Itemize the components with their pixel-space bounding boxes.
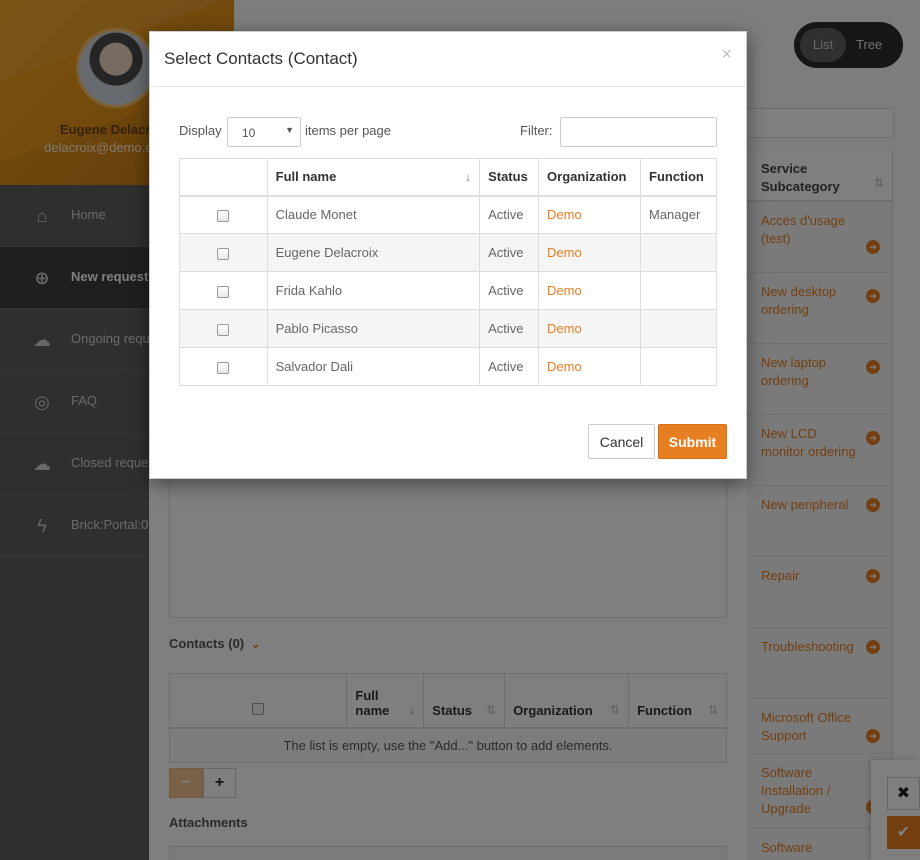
cell-full-name: Claude Monet [266, 195, 481, 234]
cell-full-name: Pablo Picasso [266, 309, 481, 348]
cancel-button[interactable]: Cancel [588, 424, 655, 459]
cell-status: Active [479, 233, 540, 272]
cell-status: Active [479, 309, 540, 348]
organization-link[interactable]: Demo [547, 283, 582, 298]
organization-link[interactable]: Demo [547, 207, 582, 222]
cell-function [640, 271, 717, 310]
contacts-select-table: Full name ↓ Status Organization Function … [179, 158, 717, 386]
table-row[interactable]: Pablo Picasso Active Demo [179, 309, 717, 348]
column-header-full-name[interactable]: Full name↓ [266, 158, 481, 197]
table-row[interactable]: Claude Monet Active Demo Manager [179, 195, 717, 234]
table-row[interactable]: Salvador Dali Active Demo [179, 347, 717, 386]
cell-function [640, 347, 717, 386]
items-per-page-label: items per page [305, 123, 391, 138]
organization-link[interactable]: Demo [547, 245, 582, 260]
cell-function: Manager [640, 195, 717, 234]
column-header-status[interactable]: Status [479, 158, 540, 197]
cell-function [640, 309, 717, 348]
items-per-page-select[interactable]: 10 ▼ [227, 117, 301, 147]
cell-status: Active [479, 195, 540, 234]
table-row[interactable]: Frida Kahlo Active Demo [179, 271, 717, 310]
row-checkbox[interactable] [217, 361, 230, 374]
close-icon[interactable]: × [721, 44, 732, 65]
row-checkbox[interactable] [217, 247, 230, 260]
column-header-function[interactable]: Function [640, 158, 717, 197]
sort-asc-icon: ↓ [465, 170, 472, 184]
filter-input[interactable] [560, 117, 717, 147]
cell-full-name: Frida Kahlo [266, 271, 481, 310]
modal-header: Select Contacts (Contact) × [150, 32, 746, 87]
organization-link[interactable]: Demo [547, 321, 582, 336]
caret-down-icon: ▼ [285, 125, 294, 135]
submit-button[interactable]: Submit [658, 424, 727, 459]
row-checkbox[interactable] [217, 323, 230, 336]
select-contacts-modal: Select Contacts (Contact) × Display 10 ▼… [149, 31, 747, 479]
filter-label: Filter: [520, 123, 553, 138]
cell-full-name: Salvador Dali [266, 347, 481, 386]
cell-full-name: Eugene Delacroix [266, 233, 481, 272]
cell-status: Active [479, 271, 540, 310]
organization-link[interactable]: Demo [547, 359, 582, 374]
modal-title: Select Contacts (Contact) [164, 49, 358, 68]
cell-status: Active [479, 347, 540, 386]
column-header-organization[interactable]: Organization [538, 158, 641, 197]
cell-function [640, 233, 717, 272]
row-checkbox[interactable] [217, 285, 230, 298]
display-label: Display [179, 123, 222, 138]
row-checkbox[interactable] [217, 209, 230, 222]
table-row[interactable]: Eugene Delacroix Active Demo [179, 233, 717, 272]
